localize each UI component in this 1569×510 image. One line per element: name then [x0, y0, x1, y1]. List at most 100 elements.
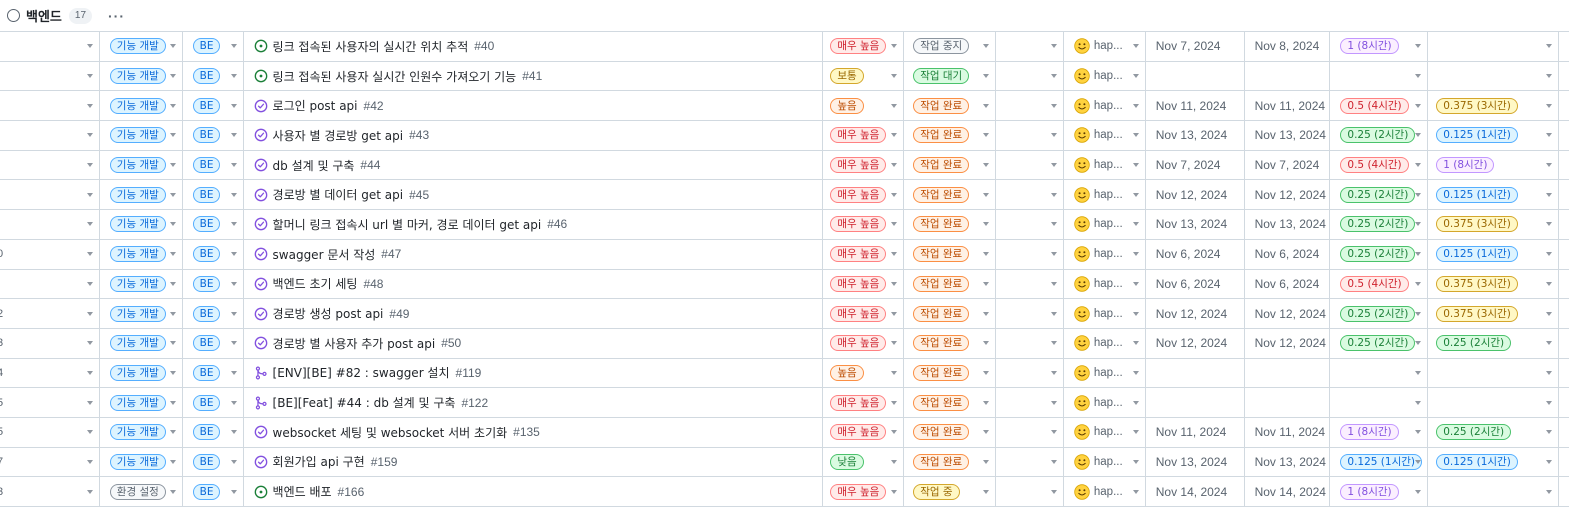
start-date-cell[interactable]: Nov 6, 2024	[1146, 239, 1245, 269]
dropdown-arrow-icon[interactable]	[983, 281, 990, 286]
dropdown-arrow-icon[interactable]	[1050, 400, 1057, 405]
status-cell[interactable]: 작업 완료	[904, 358, 997, 388]
dropdown-arrow-icon[interactable]	[1415, 252, 1422, 257]
area-cell[interactable]: BE	[183, 150, 244, 180]
actual-cell[interactable]: 1 (8시간)	[1428, 150, 1559, 180]
index-cell[interactable]	[0, 91, 100, 121]
dropdown-arrow-icon[interactable]	[1415, 489, 1422, 494]
empty-cell[interactable]	[996, 91, 1064, 121]
empty-cell[interactable]	[996, 121, 1064, 150]
priority-cell[interactable]: 매우 높음	[823, 150, 905, 180]
dropdown-arrow-icon[interactable]	[169, 103, 176, 108]
priority-cell[interactable]: 높음	[823, 91, 905, 121]
estimate-cell[interactable]: 0.25 (2시간)	[1330, 239, 1429, 269]
area-cell[interactable]: BE	[183, 358, 244, 388]
table-row[interactable]: 2 기능 개발 BE 경로방 생성 post api #49 매우 높음 작업 완료 hap.…	[0, 299, 1569, 329]
status-cell[interactable]: 작업 완료	[904, 417, 997, 447]
dropdown-arrow-icon[interactable]	[1545, 103, 1552, 108]
dropdown-arrow-icon[interactable]	[1545, 459, 1552, 464]
issue-title-link[interactable]: db 설계 및 구축	[273, 157, 355, 174]
issue-title-link[interactable]: 경로방 별 데이터 get api	[273, 186, 404, 203]
type-cell[interactable]: 기능 개발	[100, 61, 183, 91]
type-cell[interactable]: 기능 개발	[100, 180, 183, 210]
actual-cell[interactable]: 0.25 (2시간)	[1428, 417, 1559, 447]
issue-title-link[interactable]: 백엔드 초기 세팅	[273, 275, 358, 292]
dropdown-arrow-icon[interactable]	[983, 341, 990, 346]
dropdown-arrow-icon[interactable]	[1415, 74, 1422, 79]
estimate-cell[interactable]: 0.5 (4시간)	[1330, 269, 1429, 299]
dropdown-arrow-icon[interactable]	[891, 133, 898, 138]
dropdown-arrow-icon[interactable]	[983, 192, 990, 197]
end-date-cell[interactable]	[1245, 358, 1331, 388]
index-cell[interactable]: 2	[0, 299, 100, 328]
dropdown-arrow-icon[interactable]	[169, 281, 176, 286]
status-cell[interactable]: 작업 완료	[904, 91, 997, 121]
area-cell[interactable]: BE	[183, 32, 244, 61]
dropdown-arrow-icon[interactable]	[1545, 133, 1552, 138]
dropdown-arrow-icon[interactable]	[1132, 74, 1139, 79]
dropdown-arrow-icon[interactable]	[1545, 163, 1552, 168]
area-cell[interactable]: BE	[183, 299, 244, 328]
status-cell[interactable]: 작업 완료	[904, 121, 997, 150]
status-cell[interactable]: 작업 완료	[904, 239, 997, 269]
dropdown-arrow-icon[interactable]	[983, 430, 990, 435]
index-cell[interactable]: 7	[0, 447, 100, 477]
table-row[interactable]: 기능 개발 BE 링크 접속된 사용자의 실시간 위치 추적 #40 매우 높음 작업 중…	[0, 32, 1569, 62]
dropdown-arrow-icon[interactable]	[86, 44, 93, 49]
dropdown-arrow-icon[interactable]	[1415, 459, 1422, 464]
estimate-cell[interactable]	[1330, 388, 1429, 417]
status-cell[interactable]: 작업 중	[904, 477, 997, 506]
type-cell[interactable]: 기능 개발	[100, 269, 183, 299]
dropdown-arrow-icon[interactable]	[1545, 400, 1552, 405]
dropdown-arrow-icon[interactable]	[1545, 370, 1552, 375]
dropdown-arrow-icon[interactable]	[1050, 430, 1057, 435]
dropdown-arrow-icon[interactable]	[1415, 311, 1422, 316]
table-row[interactable]: 기능 개발 BE 사용자 별 경로방 get api #43 매우 높음 작업 완료 hap…	[0, 121, 1569, 151]
dropdown-arrow-icon[interactable]	[1050, 222, 1057, 227]
dropdown-arrow-icon[interactable]	[983, 459, 990, 464]
type-cell[interactable]: 기능 개발	[100, 150, 183, 180]
type-cell[interactable]: 환경 설정	[100, 477, 183, 506]
table-row[interactable]: 기능 개발 BE 경로방 별 데이터 get api #45 매우 높음 작업 완료 hap…	[0, 180, 1569, 211]
dropdown-arrow-icon[interactable]	[1545, 341, 1552, 346]
dropdown-arrow-icon[interactable]	[891, 103, 898, 108]
start-date-cell[interactable]: Nov 12, 2024	[1146, 180, 1245, 210]
priority-cell[interactable]: 매우 높음	[823, 417, 905, 447]
empty-cell[interactable]	[996, 477, 1064, 506]
area-cell[interactable]: BE	[183, 447, 244, 477]
assignee-cell[interactable]: hap...	[1064, 150, 1146, 180]
dropdown-arrow-icon[interactable]	[230, 430, 237, 435]
start-date-cell[interactable]: Nov 12, 2024	[1146, 299, 1245, 328]
dropdown-arrow-icon[interactable]	[891, 222, 898, 227]
index-cell[interactable]	[0, 180, 100, 210]
type-cell[interactable]: 기능 개발	[100, 121, 183, 150]
dropdown-arrow-icon[interactable]	[1050, 311, 1057, 316]
dropdown-arrow-icon[interactable]	[86, 222, 93, 227]
assignee-cell[interactable]: hap...	[1064, 299, 1146, 328]
dropdown-arrow-icon[interactable]	[1132, 459, 1139, 464]
dropdown-arrow-icon[interactable]	[1415, 222, 1422, 227]
empty-cell[interactable]	[996, 417, 1064, 447]
index-cell[interactable]	[0, 32, 100, 61]
dropdown-arrow-icon[interactable]	[983, 489, 990, 494]
dropdown-arrow-icon[interactable]	[891, 163, 898, 168]
actual-cell[interactable]: 0.125 (1시간)	[1428, 121, 1559, 150]
end-date-cell[interactable]: Nov 11, 2024	[1245, 91, 1331, 121]
dropdown-arrow-icon[interactable]	[1132, 133, 1139, 138]
end-date-cell[interactable]: Nov 13, 2024	[1245, 210, 1331, 239]
area-cell[interactable]: BE	[183, 121, 244, 150]
dropdown-arrow-icon[interactable]	[1050, 489, 1057, 494]
start-date-cell[interactable]	[1146, 358, 1245, 388]
type-cell[interactable]: 기능 개발	[100, 358, 183, 388]
type-cell[interactable]: 기능 개발	[100, 91, 183, 121]
dropdown-arrow-icon[interactable]	[169, 163, 176, 168]
dropdown-arrow-icon[interactable]	[169, 459, 176, 464]
dropdown-arrow-icon[interactable]	[891, 400, 898, 405]
index-cell[interactable]: 5	[0, 417, 100, 447]
dropdown-arrow-icon[interactable]	[1050, 281, 1057, 286]
dropdown-arrow-icon[interactable]	[1132, 489, 1139, 494]
dropdown-arrow-icon[interactable]	[169, 430, 176, 435]
dropdown-arrow-icon[interactable]	[891, 192, 898, 197]
type-cell[interactable]: 기능 개발	[100, 32, 183, 61]
empty-cell[interactable]	[996, 358, 1064, 388]
